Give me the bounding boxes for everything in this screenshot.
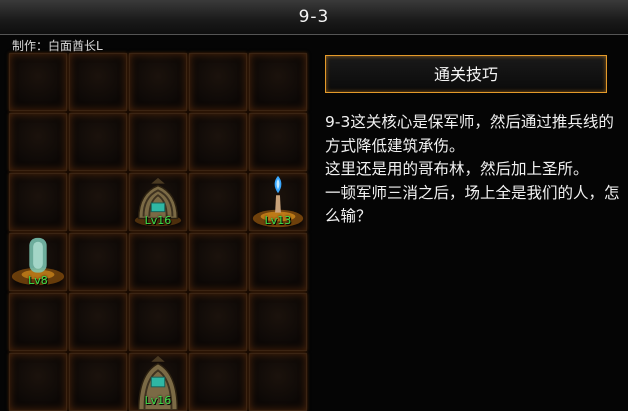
level-title-bar: 9-3	[0, 0, 628, 35]
grid-cell[interactable]	[9, 113, 67, 171]
grid-cell[interactable]	[249, 53, 307, 111]
tips-description: 9-3这关核心是保军师，然后通过推兵线的方式降低建筑承伤。 这里还是用的哥布林，…	[325, 111, 620, 229]
grid-cell[interactable]	[129, 113, 187, 171]
grid-cell[interactable]	[9, 53, 67, 111]
grid-cell[interactable]	[189, 233, 247, 291]
grid-cell[interactable]	[69, 113, 127, 171]
grid-cell[interactable]	[129, 53, 187, 111]
grid-cell-crystal-totem[interactable]: Lv8	[9, 233, 67, 291]
board-grid: Lv16 Lv13 Lv8 Lv16	[9, 53, 307, 411]
grid-cell[interactable]	[249, 113, 307, 171]
unit-level: Lv16	[144, 394, 172, 407]
grid-cell[interactable]	[249, 233, 307, 291]
credit-label: 制作：白面酋长L	[12, 39, 103, 53]
grid-cell[interactable]	[9, 173, 67, 231]
grid-cell[interactable]	[69, 353, 127, 411]
level-title: 9-3	[298, 7, 330, 27]
grid-cell[interactable]	[189, 293, 247, 351]
grid-cell[interactable]	[9, 293, 67, 351]
grid-cell-barracks[interactable]: Lv16	[129, 353, 187, 411]
grid-cell[interactable]	[69, 53, 127, 111]
tips-line: 这里还是用的哥布林，然后加上圣所。	[325, 160, 589, 178]
grid-cell[interactable]	[69, 173, 127, 231]
grid-cell[interactable]	[189, 113, 247, 171]
grid-cell[interactable]	[249, 353, 307, 411]
grid-cell[interactable]	[249, 293, 307, 351]
tips-line: 9-3这关核心是保军师，然后通过推兵线的方式降低建筑承伤。	[325, 113, 614, 155]
grid-cell-barracks[interactable]: Lv16	[129, 173, 187, 231]
grid-cell[interactable]	[189, 173, 247, 231]
grid-cell-mage-tower[interactable]: Lv13	[249, 173, 307, 231]
clear-tips-button[interactable]: 通关技巧	[325, 55, 607, 93]
unit-level: Lv8	[28, 274, 48, 287]
unit-level: Lv13	[264, 214, 292, 227]
grid-cell[interactable]	[9, 353, 67, 411]
grid-cell[interactable]	[189, 53, 247, 111]
grid-cell[interactable]	[69, 233, 127, 291]
grid-cell[interactable]	[69, 293, 127, 351]
unit-level: Lv16	[144, 214, 172, 227]
grid-cell[interactable]	[129, 233, 187, 291]
grid-cell[interactable]	[129, 293, 187, 351]
grid-cell[interactable]	[189, 353, 247, 411]
tips-line: 一顿军师三消之后，场上全是我们的人，怎么输？	[325, 183, 620, 226]
